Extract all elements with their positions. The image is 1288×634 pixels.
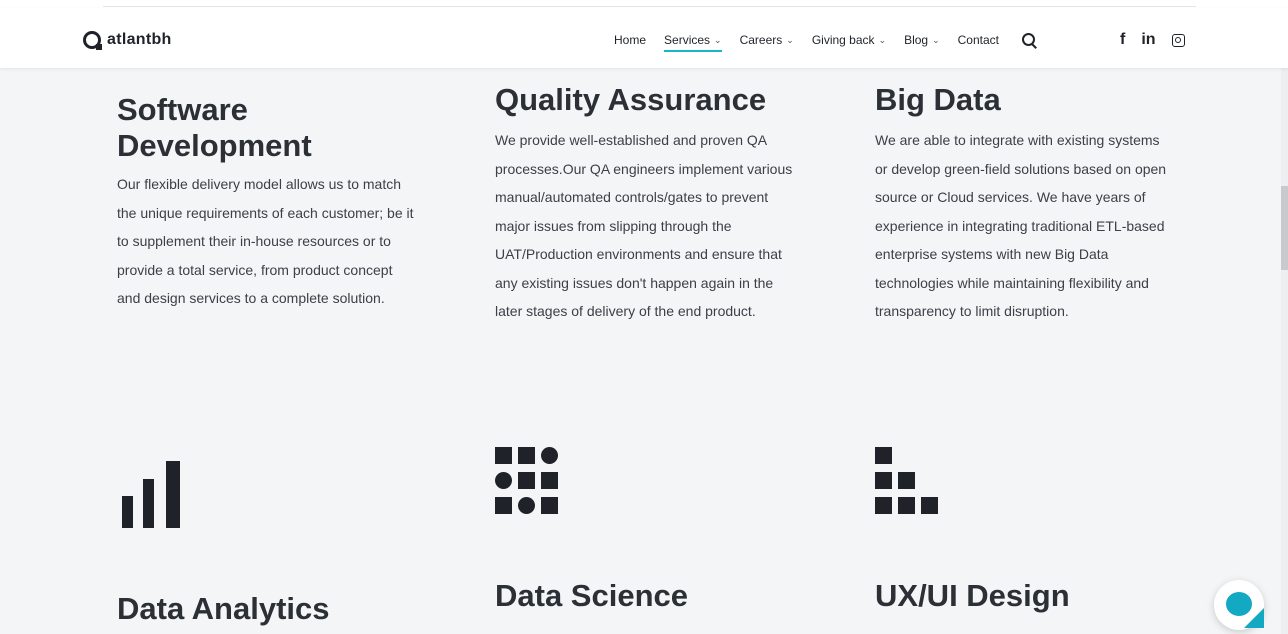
scrollbar-track[interactable]	[1281, 68, 1288, 634]
chevron-down-icon: ⌄	[878, 34, 887, 45]
bar-chart-icon	[122, 461, 180, 528]
nav-label: Giving back	[811, 33, 875, 47]
nav-services[interactable]: Services ⌄	[664, 33, 722, 52]
service-title: Software Development	[117, 92, 312, 163]
nav-contact[interactable]: Contact	[958, 33, 999, 47]
nav-label: Services	[664, 33, 711, 47]
service-big-data: Big Data We are able to integrate with e…	[875, 82, 1175, 326]
nav-label: Careers	[739, 33, 783, 47]
logo[interactable]: atlantbh	[83, 30, 172, 50]
service-ux-ui-design-title: UX/UI Design	[875, 578, 1070, 613]
scrollbar-thumb[interactable]	[1281, 186, 1288, 270]
search-icon[interactable]	[1021, 32, 1037, 48]
main-nav: Home Services ⌄ Careers ⌄ Giving back ⌄ Blo…	[614, 30, 1037, 52]
nav-label: Contact	[957, 33, 999, 47]
nav-label: Home	[614, 33, 647, 47]
service-data-science-title: Data Science	[495, 578, 688, 613]
chevron-down-icon: ⌄	[932, 34, 940, 45]
chevron-down-icon: ⌄	[786, 34, 794, 45]
logo-mark-icon	[83, 31, 102, 50]
nav-giving-back[interactable]: Giving back ⌄	[812, 33, 886, 47]
service-description: We are able to integrate with existing s…	[875, 132, 1167, 319]
nav-blog[interactable]: Blog ⌄	[904, 33, 940, 47]
nav-home[interactable]: Home	[614, 33, 646, 47]
instagram-icon[interactable]	[1171, 33, 1185, 47]
service-description: We provide well-established and proven Q…	[495, 132, 793, 319]
service-software-development: Software Development Our flexible delive…	[117, 92, 417, 313]
logo-text: atlantbh	[107, 31, 172, 48]
linkedin-icon[interactable]: in	[1141, 31, 1155, 49]
social-links: f in	[1120, 30, 1185, 50]
nav-label: Blog	[904, 33, 929, 47]
divider	[103, 6, 1196, 7]
chat-tail-icon	[1244, 608, 1264, 628]
service-title: Big Data	[875, 82, 1001, 117]
service-data-analytics-title: Data Analytics	[117, 591, 330, 626]
service-quality-assurance: Quality Assurance We provide well-establ…	[495, 82, 795, 326]
nav-careers[interactable]: Careers ⌄	[740, 33, 794, 47]
service-description: Our flexible delivery model allows us to…	[117, 176, 414, 306]
grid-shapes-icon	[495, 447, 563, 515]
site-header: atlantbh Home Services ⌄ Careers ⌄ Giving …	[0, 8, 1288, 68]
facebook-icon[interactable]: f	[1120, 31, 1125, 49]
stair-blocks-icon	[875, 447, 943, 515]
service-title: Quality Assurance	[495, 82, 767, 117]
chevron-down-icon: ⌄	[714, 34, 722, 45]
